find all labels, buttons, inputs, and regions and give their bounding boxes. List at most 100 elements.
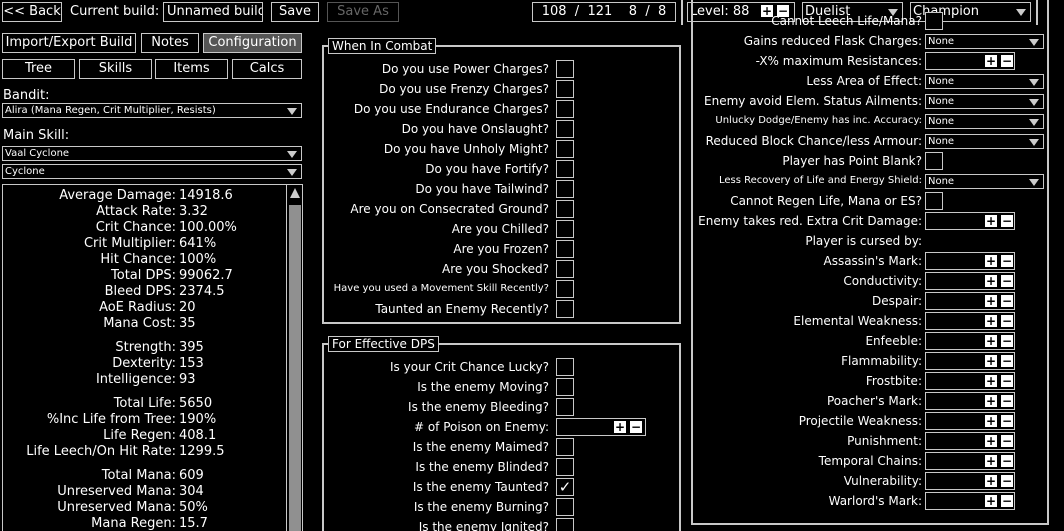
chevron-down-icon — [1029, 78, 1039, 86]
stat-value: 100.00% — [179, 220, 237, 235]
minus-button[interactable]: − — [1001, 375, 1013, 387]
chevron-down-icon — [1029, 98, 1039, 106]
build-name-field[interactable]: Unnamed build — [163, 2, 263, 22]
scroll-up-icon[interactable] — [290, 188, 300, 198]
plus-button[interactable]: + — [985, 455, 997, 467]
combat-checkbox[interactable] — [556, 240, 574, 258]
plus-button[interactable]: + — [985, 315, 997, 327]
dps-section: For Effective DPS Is your Crit Chance Lu… — [322, 336, 681, 531]
combat-checkbox[interactable] — [556, 100, 574, 118]
chevron-down-icon — [287, 150, 297, 158]
plus-button[interactable]: + — [985, 375, 997, 387]
plus-button[interactable]: + — [985, 475, 997, 487]
combat-checkbox[interactable] — [556, 60, 574, 78]
dps-checkbox[interactable] — [556, 518, 574, 531]
config-checkbox[interactable] — [925, 12, 943, 30]
dps-checkbox[interactable] — [556, 358, 574, 376]
stat-row: Total Mana: 609 — [3, 468, 285, 484]
combat-checkbox[interactable] — [556, 120, 574, 138]
combat-checkbox[interactable] — [556, 260, 574, 278]
combat-checkbox[interactable] — [556, 160, 574, 178]
tab-calcs[interactable]: Calcs — [232, 59, 302, 79]
bandit-dropdown[interactable]: Alira (Mana Regen, Crit Multiplier, Resi… — [2, 103, 302, 118]
dps-checkbox[interactable] — [556, 378, 574, 396]
tab-items[interactable]: Items — [155, 59, 228, 79]
combat-checkbox[interactable] — [556, 80, 574, 98]
plus-button[interactable]: + — [985, 395, 997, 407]
scrollbar-thumb[interactable] — [289, 205, 301, 531]
plus-button[interactable]: + — [985, 355, 997, 367]
minus-button[interactable]: − — [1001, 455, 1013, 467]
plus-button[interactable]: + — [985, 435, 997, 447]
stats-scrollbar[interactable] — [286, 185, 302, 531]
combat-checkbox[interactable] — [556, 280, 574, 298]
minus-button[interactable]: − — [1001, 295, 1013, 307]
config-dropdown[interactable]: None — [925, 94, 1044, 109]
config-dropdown[interactable]: None — [925, 134, 1044, 149]
config-dropdown[interactable]: None — [925, 34, 1044, 49]
config-label: Less Recovery of Life and Energy Shield: — [718, 175, 922, 186]
minus-button[interactable]: − — [1001, 255, 1013, 267]
stat-row: Dexterity: 153 — [3, 356, 285, 372]
dps-question: # of Poison on Enemy: — [413, 420, 549, 434]
combat-question: Are you on Consecrated Ground? — [350, 202, 549, 216]
minus-button[interactable]: − — [630, 421, 642, 433]
tab-configuration[interactable]: Configuration — [203, 33, 302, 53]
config-label: Enemy avoid Elem. Status Ailments: — [704, 94, 922, 108]
stat-label: Crit Chance: — [95, 220, 176, 235]
stat-value: 408.1 — [179, 428, 217, 443]
plus-button[interactable]: + — [985, 415, 997, 427]
minus-button[interactable]: − — [1001, 335, 1013, 347]
stat-label: Crit Multiplier: — [83, 236, 176, 251]
stat-value: 3.32 — [179, 204, 208, 219]
plus-button[interactable]: + — [985, 255, 997, 267]
dps-checkbox[interactable]: ✓ — [556, 478, 574, 496]
dps-checkbox[interactable] — [556, 398, 574, 416]
config-label: Unlucky Dodge/Enemy has inc. Accuracy: — [715, 115, 922, 126]
minus-button[interactable]: − — [1001, 355, 1013, 367]
dps-checkbox[interactable] — [556, 458, 574, 476]
dps-checkbox[interactable] — [556, 438, 574, 456]
tab-notes[interactable]: Notes — [141, 33, 199, 53]
config-checkbox[interactable] — [925, 152, 943, 170]
tab-tree[interactable]: Tree — [2, 59, 75, 79]
plus-button[interactable]: + — [985, 495, 997, 507]
plus-button[interactable]: + — [985, 275, 997, 287]
config-dropdown[interactable]: None — [925, 74, 1044, 89]
plus-button[interactable]: + — [985, 335, 997, 347]
plus-button[interactable]: + — [985, 295, 997, 307]
combat-checkbox[interactable] — [556, 140, 574, 158]
combat-checkbox[interactable] — [556, 300, 574, 318]
minus-button[interactable]: − — [1001, 495, 1013, 507]
config-dropdown[interactable]: None — [925, 114, 1044, 129]
config-label: Cannot Leech Life/Mana? — [771, 14, 922, 28]
combat-checkbox[interactable] — [556, 200, 574, 218]
save-button[interactable]: Save — [271, 2, 319, 22]
stat-label: %Inc Life from Tree: — [46, 412, 176, 427]
stat-row: Life Regen: 408.1 — [3, 428, 285, 444]
dropdown-value: None — [928, 136, 955, 147]
combat-checkbox[interactable] — [556, 220, 574, 238]
minus-button[interactable]: − — [1001, 395, 1013, 407]
config-dropdown[interactable]: None — [925, 174, 1044, 189]
dropdown-value: None — [928, 96, 955, 107]
plus-button[interactable]: + — [614, 421, 626, 433]
main-skill-dropdown[interactable]: Vaal Cyclone — [2, 146, 302, 161]
config-checkbox[interactable] — [925, 192, 943, 210]
dps-checkbox[interactable] — [556, 498, 574, 516]
plus-button[interactable]: + — [985, 215, 997, 227]
back-button[interactable]: << Back — [2, 2, 62, 22]
minus-button[interactable]: − — [1001, 435, 1013, 447]
sub-skill-dropdown[interactable]: Cyclone — [2, 164, 302, 179]
config-label: Frostbite: — [865, 374, 922, 388]
minus-button[interactable]: − — [1001, 55, 1013, 67]
combat-checkbox[interactable] — [556, 180, 574, 198]
minus-button[interactable]: − — [1001, 275, 1013, 287]
plus-button[interactable]: + — [985, 55, 997, 67]
tab-skills[interactable]: Skills — [79, 59, 152, 79]
tab-import-export[interactable]: Import/Export Build — [2, 33, 136, 53]
minus-button[interactable]: − — [1001, 215, 1013, 227]
minus-button[interactable]: − — [1001, 415, 1013, 427]
minus-button[interactable]: − — [1001, 475, 1013, 487]
minus-button[interactable]: − — [1001, 315, 1013, 327]
